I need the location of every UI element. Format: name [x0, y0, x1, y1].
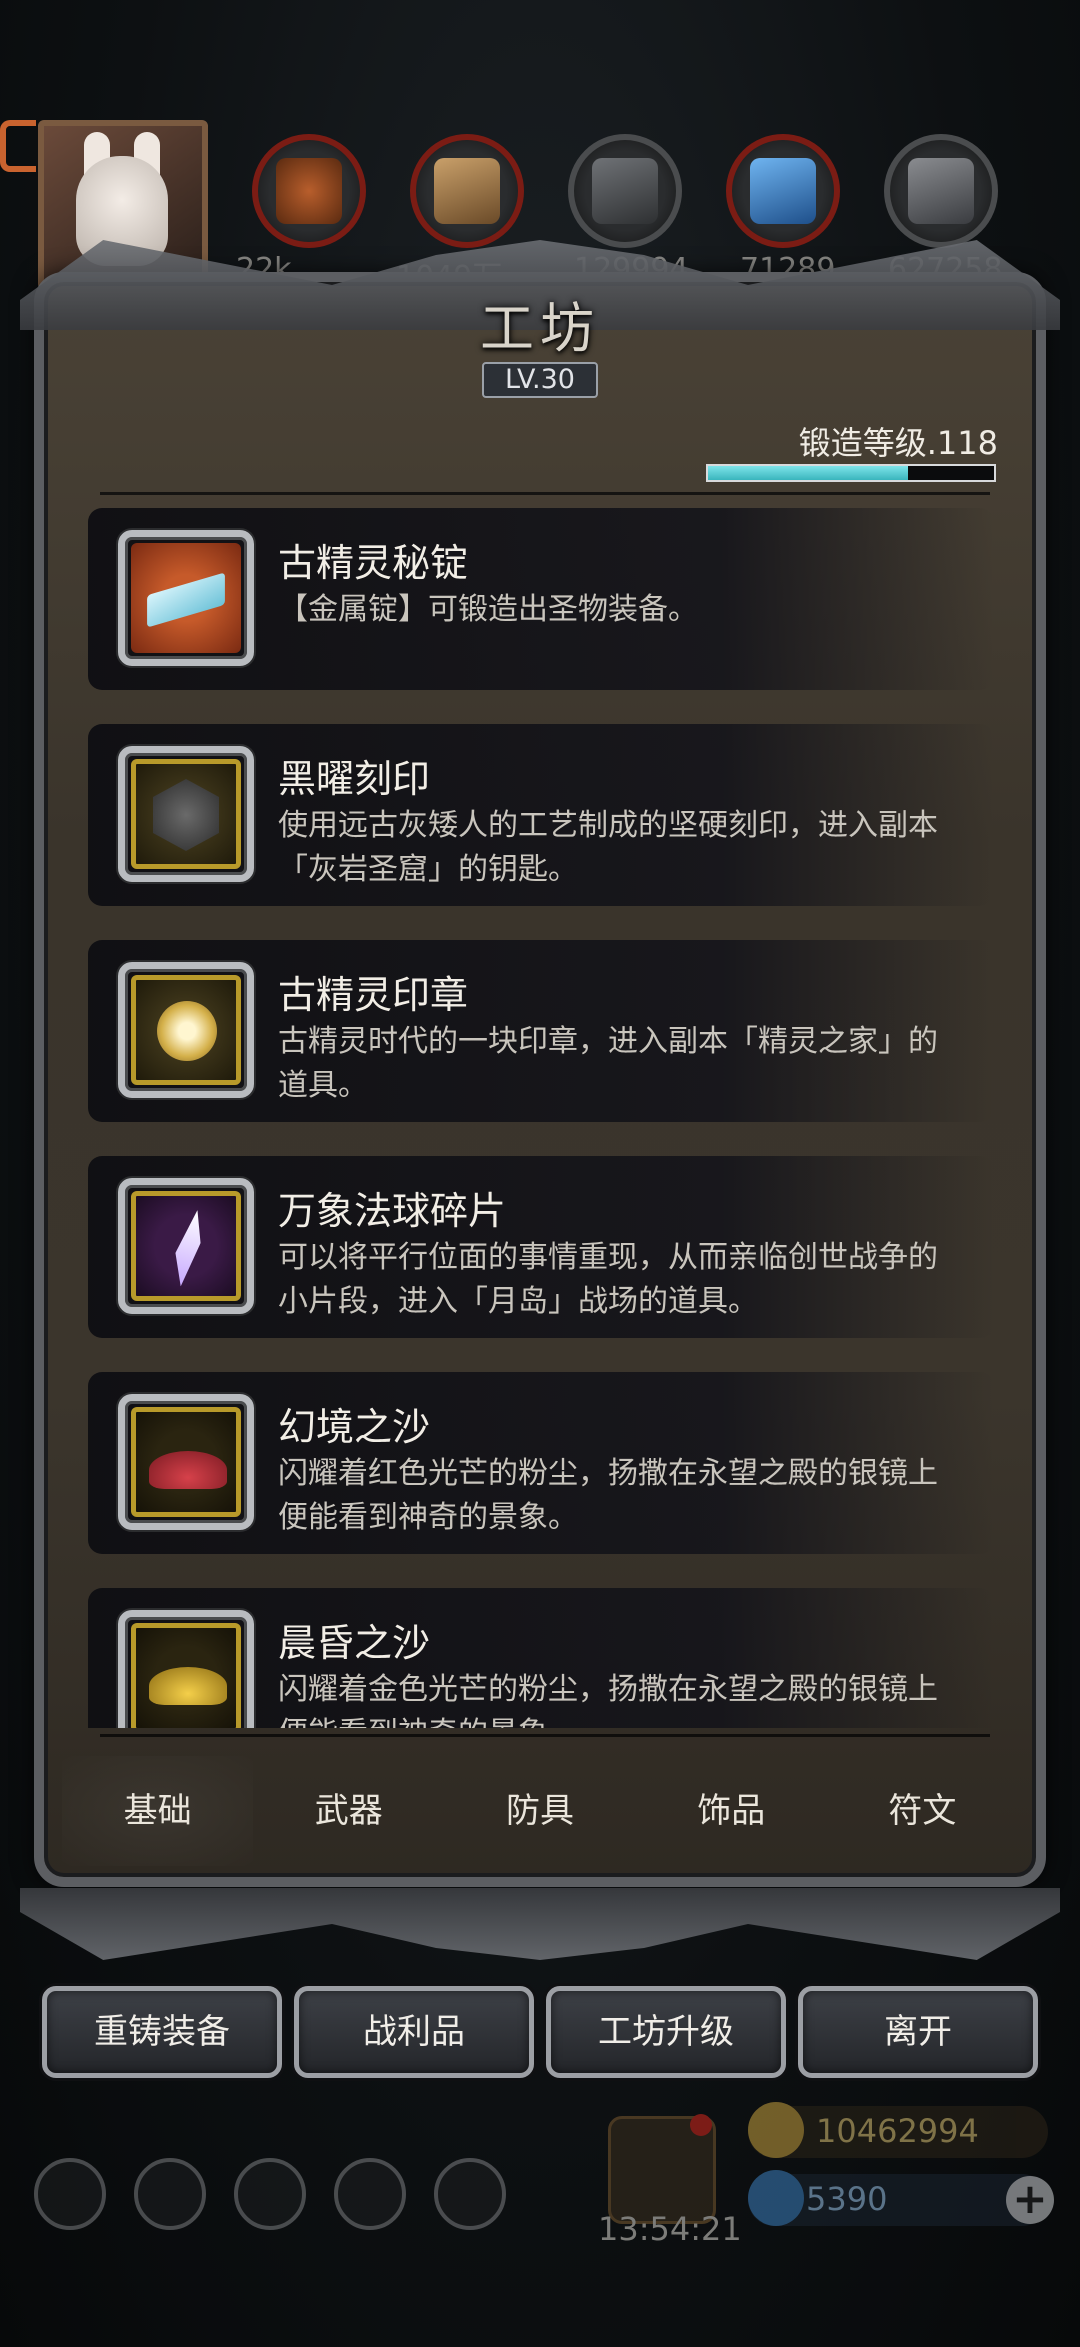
action-bar: 重铸装备 战利品 工坊升级 离开 — [38, 1986, 1042, 2078]
panel-title: 工坊 — [480, 297, 600, 360]
gold-sand-icon — [131, 1623, 241, 1728]
forge-level-label: 锻造等级.118 — [798, 424, 998, 462]
gem-icon — [748, 2170, 804, 2226]
forge-progress-fill — [708, 466, 909, 480]
wood-icon — [276, 158, 342, 224]
add-gems-button[interactable]: + — [1006, 2176, 1054, 2224]
tab-weapons[interactable]: 武器 — [253, 1756, 444, 1866]
list-item[interactable]: 黑曜刻印 使用远古灰矮人的工艺制成的坚硬刻印，进入副本「灰岩圣窟」的钥匙。 — [88, 724, 994, 906]
item-desc: 使用远古灰矮人的工艺制成的坚硬刻印，进入副本「灰岩圣窟」的钥匙。 — [278, 808, 938, 887]
mail-icon[interactable] — [334, 2158, 406, 2230]
item-name: 万象法球碎片 — [278, 1189, 507, 1233]
item-icon-frame — [118, 530, 254, 666]
item-icon-frame — [118, 746, 254, 882]
plank-resource-icon — [410, 134, 524, 248]
steel-icon — [908, 158, 974, 224]
guild-icon[interactable] — [234, 2158, 306, 2230]
tab-runes[interactable]: 符文 — [827, 1756, 1018, 1866]
item-desc: 可以将平行位面的事情重现，从而亲临创世战争的小片段，进入「月岛」战场的道具。 — [278, 1240, 938, 1319]
item-name: 古精灵印章 — [278, 973, 469, 1017]
item-desc: 【金属锭】可锻造出圣物装备。 — [278, 592, 698, 627]
item-name: 黑曜刻印 — [278, 757, 431, 801]
tabs-divider — [100, 1734, 990, 1737]
item-name: 幻境之沙 — [278, 1405, 431, 1449]
item-desc: 闪耀着金色光芒的粉尘，扬撒在永望之殿的银镜上便能看到神奇的景象。 — [278, 1672, 938, 1728]
gold-value: 10462994 — [816, 2112, 979, 2150]
achievement-icon[interactable] — [134, 2158, 206, 2230]
red-sand-icon — [131, 1407, 241, 1517]
item-icon-frame — [118, 962, 254, 1098]
list-item[interactable]: 晨昏之沙 闪耀着金色光芒的粉尘，扬撒在永望之殿的银镜上便能看到神奇的景象。 — [88, 1588, 994, 1728]
iron-resource-icon — [568, 134, 682, 248]
settings-icon[interactable] — [34, 2158, 106, 2230]
item-name: 古精灵秘锭 — [278, 541, 469, 585]
list-item[interactable]: 幻境之沙 闪耀着红色光芒的粉尘，扬撒在永望之殿的银镜上便能看到神奇的景象。 — [88, 1372, 994, 1554]
wood-resource-icon — [252, 134, 366, 248]
list-item[interactable]: 古精灵印章 古精灵时代的一块印章，进入副本「精灵之家」的道具。 — [88, 940, 994, 1122]
item-icon-frame — [118, 1610, 254, 1728]
tab-basic[interactable]: 基础 — [62, 1756, 254, 1866]
category-tabs: 基础 武器 防具 饰品 符文 — [62, 1756, 1018, 1866]
item-icon-frame — [118, 1178, 254, 1314]
loot-button[interactable]: 战利品 — [294, 1986, 534, 2078]
tab-armor[interactable]: 防具 — [444, 1756, 635, 1866]
crystal-shard-icon — [131, 1191, 241, 1301]
steel-resource-icon — [884, 134, 998, 248]
item-desc: 闪耀着红色光芒的粉尘，扬撒在永望之殿的银镜上便能看到神奇的景象。 — [278, 1456, 938, 1535]
item-icon-frame — [118, 1394, 254, 1530]
reforge-button[interactable]: 重铸装备 — [42, 1986, 282, 2078]
elf-seal-icon — [131, 975, 241, 1085]
tab-accessories[interactable]: 饰品 — [636, 1756, 827, 1866]
gem-counter: 5390 — [748, 2170, 1048, 2226]
iron-icon — [592, 158, 658, 224]
item-desc: 古精灵时代的一块印章，进入副本「精灵之家」的道具。 — [278, 1024, 938, 1103]
list-top-divider — [100, 492, 990, 495]
gift-timer: 13:54:21 — [598, 2210, 742, 2248]
crystal-resource-icon — [726, 134, 840, 248]
bottom-hud: 13:54:21 10462994 5390 + — [0, 2100, 1080, 2347]
item-list[interactable]: 古精灵秘锭 【金属锭】可锻造出圣物装备。 黑曜刻印 使用远古灰矮人的工艺制成的坚… — [88, 508, 994, 1728]
list-item[interactable]: 万象法球碎片 可以将平行位面的事情重现，从而亲临创世战争的小片段，进入「月岛」战… — [88, 1156, 994, 1338]
map-icon[interactable] — [434, 2158, 506, 2230]
plank-icon — [434, 158, 500, 224]
workshop-level-badge: LV.30 — [482, 362, 598, 398]
notification-dot-icon — [690, 2114, 712, 2136]
silver-ingot-icon — [131, 543, 241, 653]
gem-value: 5390 — [806, 2180, 888, 2218]
leave-button[interactable]: 离开 — [798, 1986, 1038, 2078]
obsidian-seal-icon — [131, 759, 241, 869]
item-name: 晨昏之沙 — [278, 1621, 431, 1665]
upgrade-workshop-button[interactable]: 工坊升级 — [546, 1986, 786, 2078]
gold-counter: 10462994 — [748, 2102, 1048, 2158]
list-item[interactable]: 古精灵秘锭 【金属锭】可锻造出圣物装备。 — [88, 508, 994, 690]
forge-progress-bar — [706, 464, 996, 482]
crystal-icon — [750, 158, 816, 224]
gold-coin-icon — [748, 2102, 804, 2158]
